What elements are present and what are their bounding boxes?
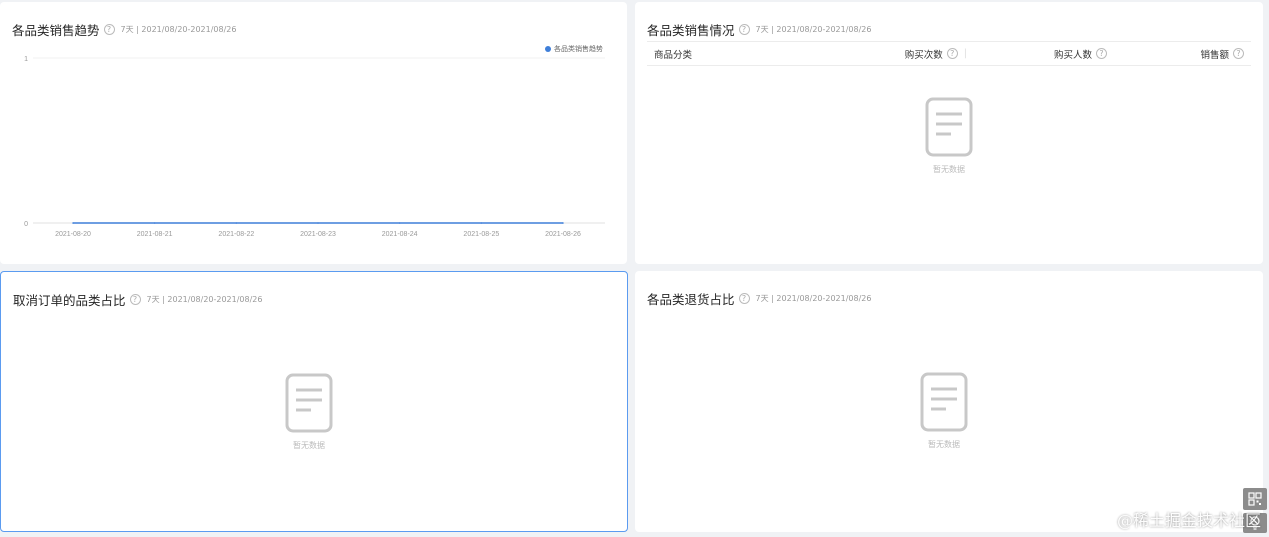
trend-chart[interactable]: 0 1 2021-08-20 2021-08-21 2021-08-22 2021-08-…	[0, 2, 627, 264]
empty-text: 暂无数据	[293, 441, 325, 450]
cancel-range: 7天 | 2021/08/20-2021/08/26	[146, 295, 263, 304]
column-divider: |	[963, 48, 967, 59]
empty-state: 暂无数据	[925, 97, 973, 175]
sales-header: 各品类销售情况 ? 7天 | 2021/08/20-2021/08/26	[647, 20, 872, 39]
data-point	[153, 222, 156, 224]
cancel-title: 取消订单的品类占比	[13, 293, 126, 308]
empty-state: 暂无数据	[920, 372, 968, 450]
question-circle-icon[interactable]: ?	[946, 48, 958, 59]
sales-panel: 各品类销售情况 ? 7天 | 2021/08/20-2021/08/26 商品分…	[635, 2, 1263, 264]
sales-title: 各品类销售情况	[647, 23, 735, 38]
returns-range: 7天 | 2021/08/20-2021/08/26	[755, 294, 872, 303]
empty-state: 暂无数据	[285, 373, 333, 451]
column-label: 购买人数	[1053, 49, 1092, 61]
data-point	[235, 222, 238, 224]
column-buyer-count[interactable]: 购买人数 ?	[1007, 42, 1107, 65]
qr-code-icon	[1248, 492, 1262, 506]
returns-header: 各品类退货占比 ? 7天 | 2021/08/20-2021/08/26	[647, 289, 872, 308]
trend-panel: 各品类销售趋势 ? 7天 | 2021/08/20-2021/08/26 各品类…	[0, 2, 627, 264]
x-tick-label: 2021-08-24	[382, 231, 418, 238]
question-circle-icon[interactable]: ?	[1096, 48, 1107, 59]
column-label: 购买次数	[904, 49, 943, 61]
question-circle-icon[interactable]: ?	[1233, 48, 1244, 59]
column-category[interactable]: 商品分类	[654, 42, 692, 65]
empty-document-icon	[920, 372, 968, 432]
data-point	[480, 222, 483, 224]
column-sales-amount[interactable]: 销售额 ?	[1164, 42, 1244, 65]
y-tick-label: 0	[24, 221, 28, 228]
cancel-header: 取消订单的品类占比 ? 7天 | 2021/08/20-2021/08/26	[13, 290, 263, 309]
y-tick-label: 1	[24, 56, 28, 63]
x-tick-label: 2021-08-25	[463, 231, 499, 238]
x-tick-label: 2021-08-22	[218, 231, 254, 238]
sales-range: 7天 | 2021/08/20-2021/08/26	[755, 25, 872, 34]
empty-document-icon	[925, 97, 973, 157]
empty-text: 暂无数据	[933, 165, 965, 174]
column-label: 商品分类	[654, 49, 693, 61]
x-tick-label: 2021-08-26	[545, 231, 581, 238]
data-point	[72, 222, 74, 224]
column-label: 销售额	[1200, 49, 1229, 61]
question-circle-icon[interactable]: ?	[738, 293, 750, 304]
watermark: @稀土掘金技术社区	[1116, 511, 1261, 530]
data-point	[317, 222, 319, 224]
table-header: 商品分类 购买次数 ? | 购买人数 ? 销售额 ?	[647, 41, 1251, 66]
x-tick-label: 2021-08-21	[137, 231, 173, 238]
question-circle-icon[interactable]: ?	[738, 24, 750, 35]
column-purchase-count[interactable]: 购买次数 ? |	[867, 42, 967, 65]
returns-panel: 各品类退货占比 ? 7天 | 2021/08/20-2021/08/26 暂无数…	[635, 271, 1263, 532]
x-tick-label: 2021-08-23	[300, 231, 336, 238]
empty-text: 暂无数据	[928, 440, 960, 449]
empty-document-icon	[285, 373, 333, 433]
x-tick-label: 2021-08-20	[55, 231, 91, 238]
data-point	[398, 222, 401, 224]
returns-title: 各品类退货占比	[647, 292, 735, 307]
data-point	[562, 222, 564, 224]
question-circle-icon[interactable]: ?	[129, 294, 141, 305]
cancel-panel[interactable]: 取消订单的品类占比 ? 7天 | 2021/08/20-2021/08/26 暂…	[0, 271, 628, 532]
